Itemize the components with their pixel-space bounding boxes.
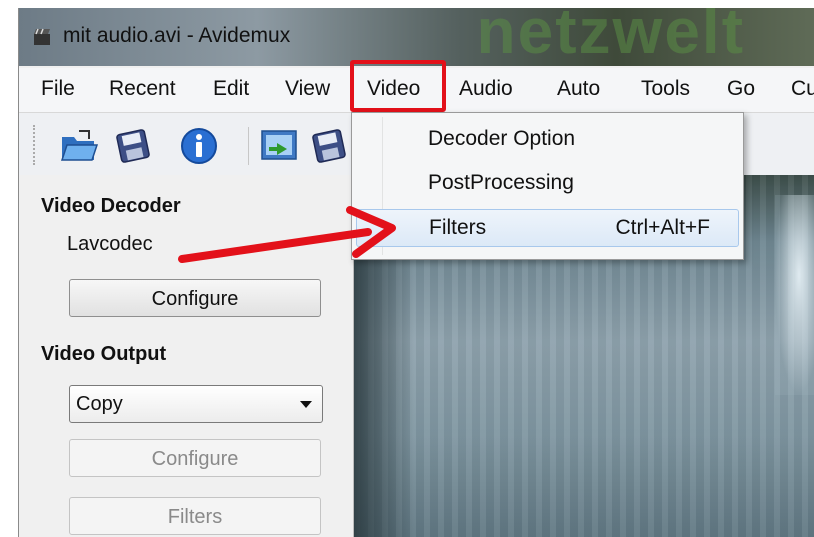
info-icon[interactable] [179, 127, 219, 165]
menu-item-shortcut: Ctrl+Alt+F [615, 216, 710, 239]
avidemux-window: netzwelt mit audio.avi - Avidemux File R… [18, 8, 814, 537]
menu-file[interactable]: File [41, 77, 75, 101]
menu-view[interactable]: View [285, 77, 330, 101]
toolbar-grip[interactable] [33, 125, 39, 165]
clapperboard-icon [33, 28, 51, 46]
watermark: netzwelt [476, 8, 745, 67]
decoder-configure-button[interactable]: Configure [69, 279, 321, 317]
menu-audio[interactable]: Audio [459, 77, 513, 101]
menu-item-label: Filters [429, 216, 487, 239]
save-video-icon[interactable] [259, 127, 299, 165]
menu-recent[interactable]: Recent [109, 77, 176, 101]
toolbar-separator [248, 127, 249, 165]
menu-custom[interactable]: Cu [791, 77, 814, 101]
menu-item-decoder-option[interactable]: Decoder Option [356, 121, 739, 159]
menu-auto[interactable]: Auto [557, 77, 600, 101]
menu-item-label: PostProcessing [428, 171, 574, 194]
menu-item-filters[interactable]: Filters Ctrl+Alt+F [356, 209, 739, 247]
video-output-selected: Copy [76, 393, 123, 415]
sidebar-panel: Video Decoder Lavcodec Configure Video O… [19, 175, 354, 537]
menu-tools[interactable]: Tools [641, 77, 690, 101]
output-filters-button[interactable]: Filters [69, 497, 321, 535]
decoder-codec-label: Lavcodec [67, 233, 153, 255]
video-output-title: Video Output [41, 343, 167, 365]
video-decoder-title: Video Decoder [41, 195, 181, 217]
title-bar: netzwelt mit audio.avi - Avidemux [19, 8, 814, 67]
chevron-down-icon [300, 401, 312, 408]
video-output-select[interactable]: Copy [69, 385, 323, 423]
menu-go[interactable]: Go [727, 77, 755, 101]
save-audio-icon[interactable] [309, 127, 349, 165]
save-icon[interactable] [113, 127, 153, 165]
menu-item-postprocessing[interactable]: PostProcessing [356, 165, 739, 203]
output-configure-button[interactable]: Configure [69, 439, 321, 477]
window-title: mit audio.avi - Avidemux [63, 24, 291, 47]
video-menu-dropdown: Decoder Option PostProcessing Filters Ct… [351, 112, 744, 260]
open-icon[interactable] [59, 127, 99, 165]
menu-item-label: Decoder Option [428, 127, 576, 150]
video-menu-highlight-box [350, 60, 446, 112]
menu-edit[interactable]: Edit [213, 77, 249, 101]
